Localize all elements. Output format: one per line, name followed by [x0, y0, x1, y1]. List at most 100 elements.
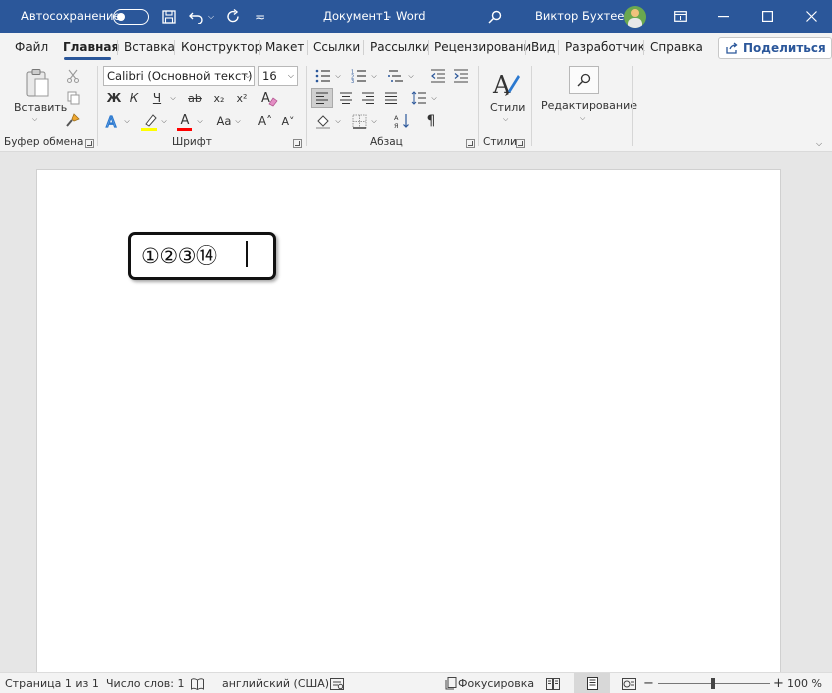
italic-button[interactable]: К: [125, 89, 143, 107]
tab-insert[interactable]: Вставка: [124, 33, 175, 61]
page-info[interactable]: Страница 1 из 1: [5, 673, 99, 693]
multilevel-dropdown-icon[interactable]: ⌵: [406, 67, 416, 85]
title-separator: -: [387, 9, 392, 23]
word-count[interactable]: Число слов: 1: [106, 673, 185, 693]
print-layout-icon[interactable]: [574, 673, 610, 693]
tab-layout[interactable]: Макет: [265, 33, 304, 61]
align-center-button[interactable]: [336, 88, 356, 108]
font-name-select[interactable]: Calibri (Основной текст) ⌵: [103, 66, 255, 86]
ribbon-display-icon[interactable]: [670, 0, 690, 33]
align-right-button[interactable]: [358, 88, 378, 108]
font-size-select[interactable]: 16 ⌵: [258, 66, 298, 86]
tab-references[interactable]: Ссылки: [313, 33, 360, 61]
undo-dropdown-icon[interactable]: ⌵: [205, 0, 217, 33]
zoom-in-button[interactable]: +: [773, 673, 784, 693]
tab-file[interactable]: Файл: [15, 33, 48, 61]
styles-icon[interactable]: A: [489, 67, 523, 101]
align-left-button[interactable]: [311, 88, 333, 108]
zoom-out-button[interactable]: −: [643, 673, 654, 693]
user-name[interactable]: Виктор Бухтеев: [535, 0, 631, 33]
subscript-button[interactable]: x₂: [209, 89, 229, 107]
save-icon[interactable]: [158, 0, 180, 33]
chevron-down-icon: ⌵: [287, 71, 294, 80]
highlight-dropdown-icon[interactable]: ⌵: [159, 112, 169, 130]
styles-label[interactable]: Стили: [490, 101, 525, 114]
zoom-slider-thumb[interactable]: [711, 678, 715, 689]
change-case-dropdown-icon[interactable]: ⌵: [233, 112, 243, 130]
line-spacing-dropdown-icon[interactable]: ⌵: [429, 89, 439, 107]
language[interactable]: английский (США): [222, 673, 329, 693]
app-name: Word: [396, 9, 426, 23]
shading-dropdown-icon[interactable]: ⌵: [333, 112, 343, 130]
cut-icon[interactable]: [64, 67, 82, 85]
tab-design[interactable]: Конструктор: [181, 33, 262, 61]
change-case-button[interactable]: Aa: [213, 111, 235, 131]
text-effects-icon[interactable]: A: [104, 111, 122, 131]
multilevel-list-icon[interactable]: [386, 67, 406, 85]
tab-help[interactable]: Справка: [650, 33, 703, 61]
tab-developer[interactable]: Разработчик: [565, 33, 645, 61]
web-layout-icon[interactable]: [621, 676, 637, 691]
zoom-level[interactable]: 100 %: [787, 673, 822, 693]
styles-dropdown-icon[interactable]: ⌵: [503, 115, 508, 124]
undo-icon[interactable]: [186, 0, 206, 33]
bold-button[interactable]: Ж: [105, 89, 123, 107]
line-spacing-icon[interactable]: [409, 88, 429, 108]
autosave-toggle[interactable]: [113, 9, 149, 25]
tab-view[interactable]: Вид: [531, 33, 555, 61]
paste-dropdown-icon[interactable]: ⌵: [32, 115, 37, 124]
show-marks-icon[interactable]: ¶: [421, 111, 441, 131]
read-mode-icon[interactable]: [545, 676, 561, 691]
text-effects-dropdown-icon[interactable]: ⌵: [122, 112, 132, 130]
paste-icon[interactable]: [20, 67, 54, 99]
editing-label[interactable]: Редактирование: [541, 99, 637, 112]
minimize-icon[interactable]: [708, 0, 738, 33]
bullets-dropdown-icon[interactable]: ⌵: [333, 67, 343, 85]
clear-formatting-icon[interactable]: A: [259, 88, 279, 108]
clipboard-launcher-icon[interactable]: [85, 139, 94, 148]
format-painter-icon[interactable]: [64, 111, 82, 129]
editing-dropdown-icon[interactable]: ⌵: [580, 114, 585, 123]
copy-icon[interactable]: [64, 89, 82, 107]
accessibility-icon[interactable]: [329, 676, 345, 691]
tab-mailings[interactable]: Рассылки: [370, 33, 430, 61]
underline-button[interactable]: Ч: [148, 89, 166, 107]
tab-review[interactable]: Рецензировани: [434, 33, 531, 61]
document-text[interactable]: ①②③⑭: [141, 240, 217, 270]
paragraph-launcher-icon[interactable]: [466, 139, 475, 148]
customize-toolbar-icon[interactable]: ≂: [252, 0, 268, 33]
svg-text:А: А: [394, 114, 399, 122]
strikethrough-button[interactable]: ab: [185, 89, 205, 107]
borders-dropdown-icon[interactable]: ⌵: [369, 112, 379, 130]
close-icon[interactable]: [796, 0, 826, 33]
search-icon[interactable]: [484, 0, 506, 33]
font-launcher-icon[interactable]: [293, 139, 302, 148]
justify-button[interactable]: [381, 88, 401, 108]
styles-launcher-icon[interactable]: [516, 139, 525, 148]
paste-label[interactable]: Вставить: [14, 101, 67, 114]
shrink-font-button[interactable]: A˅: [278, 111, 298, 131]
redo-icon[interactable]: [222, 0, 244, 33]
numbering-icon[interactable]: 123: [349, 67, 369, 85]
clipboard-group-label: Буфер обмена: [4, 136, 84, 148]
maximize-icon[interactable]: [752, 0, 782, 33]
proofing-book-icon[interactable]: [189, 676, 205, 691]
collapse-ribbon-icon[interactable]: ⌵: [816, 139, 822, 149]
underline-dropdown-icon[interactable]: ⌵: [168, 89, 178, 107]
decrease-indent-icon[interactable]: [428, 67, 448, 85]
grow-font-button[interactable]: A˄: [255, 111, 275, 131]
focus-icon[interactable]: [443, 676, 458, 691]
focus-mode[interactable]: Фокусировка: [458, 673, 534, 693]
shading-icon[interactable]: [313, 111, 333, 131]
increase-indent-icon[interactable]: [451, 67, 471, 85]
avatar[interactable]: [624, 6, 646, 28]
sort-icon[interactable]: АЯ: [392, 111, 412, 131]
font-color-icon[interactable]: A: [176, 111, 194, 129]
borders-icon[interactable]: [349, 111, 369, 131]
font-color-dropdown-icon[interactable]: ⌵: [195, 112, 205, 130]
share-button[interactable]: Поделиться: [718, 37, 832, 59]
editing-search-icon[interactable]: [569, 66, 599, 94]
superscript-button[interactable]: x²: [232, 89, 252, 107]
numbering-dropdown-icon[interactable]: ⌵: [369, 67, 379, 85]
bullets-icon[interactable]: [313, 67, 333, 85]
